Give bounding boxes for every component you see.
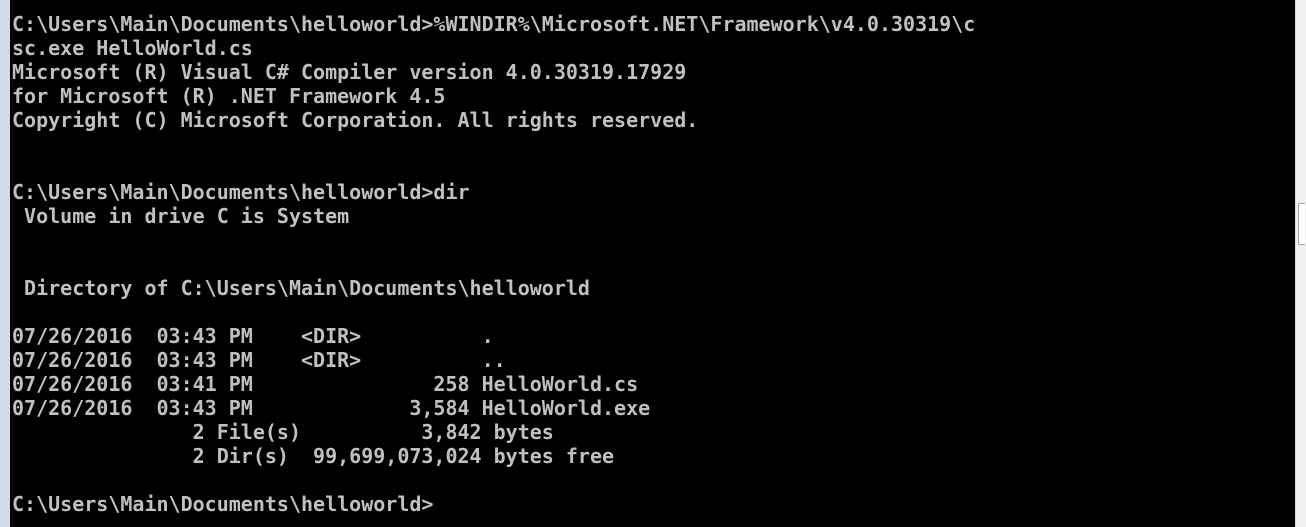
console-line: 2 File(s) 3,842 bytes — [12, 420, 554, 444]
console-output-area[interactable]: C:\Users\Main\Documents\helloworld>%WIND… — [10, 0, 1295, 527]
console-line: C:\Users\Main\Documents\helloworld>%WIND… — [12, 12, 976, 36]
window-frame-left — [0, 0, 10, 527]
console-line: Copyright (C) Microsoft Corporation. All… — [12, 108, 699, 132]
console-line: Microsoft (R) Visual C# Compiler version… — [12, 60, 687, 84]
console-line: 07/26/2016 03:43 PM <DIR> .. — [12, 348, 506, 372]
console-line: 07/26/2016 03:43 PM 3,584 HelloWorld.exe — [12, 396, 651, 420]
console-line: 07/26/2016 03:41 PM 258 HelloWorld.cs — [12, 372, 639, 396]
console-line: C:\Users\Main\Documents\helloworld>dir — [12, 180, 470, 204]
vertical-scrollbar[interactable] — [1295, 0, 1306, 527]
console-line: 07/26/2016 03:43 PM <DIR> . — [12, 324, 494, 348]
console-lines: C:\Users\Main\Documents\helloworld>%WIND… — [12, 12, 975, 516]
console-line: Directory of C:\Users\Main\Documents\hel… — [12, 276, 590, 300]
console-line: 2 Dir(s) 99,699,073,024 bytes free — [12, 444, 615, 468]
console-line: Volume in drive C is System — [12, 204, 350, 228]
command-prompt-window: C:\Users\Main\Documents\helloworld>%WIND… — [0, 0, 1306, 527]
console-line: sc.exe HelloWorld.cs — [12, 36, 253, 60]
scrollbar-grip[interactable] — [1298, 203, 1305, 245]
console-line: for Microsoft (R) .NET Framework 4.5 — [12, 84, 446, 108]
console-prompt[interactable]: C:\Users\Main\Documents\helloworld> — [12, 492, 975, 516]
